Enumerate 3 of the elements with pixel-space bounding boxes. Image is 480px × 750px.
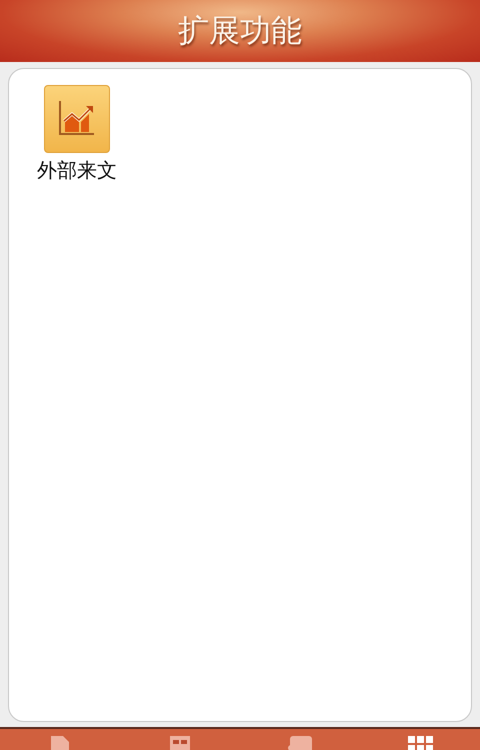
app-label: 外部来文 [37, 157, 117, 184]
app-tile[interactable] [44, 85, 110, 153]
page-title: 扩展功能 [178, 12, 302, 51]
